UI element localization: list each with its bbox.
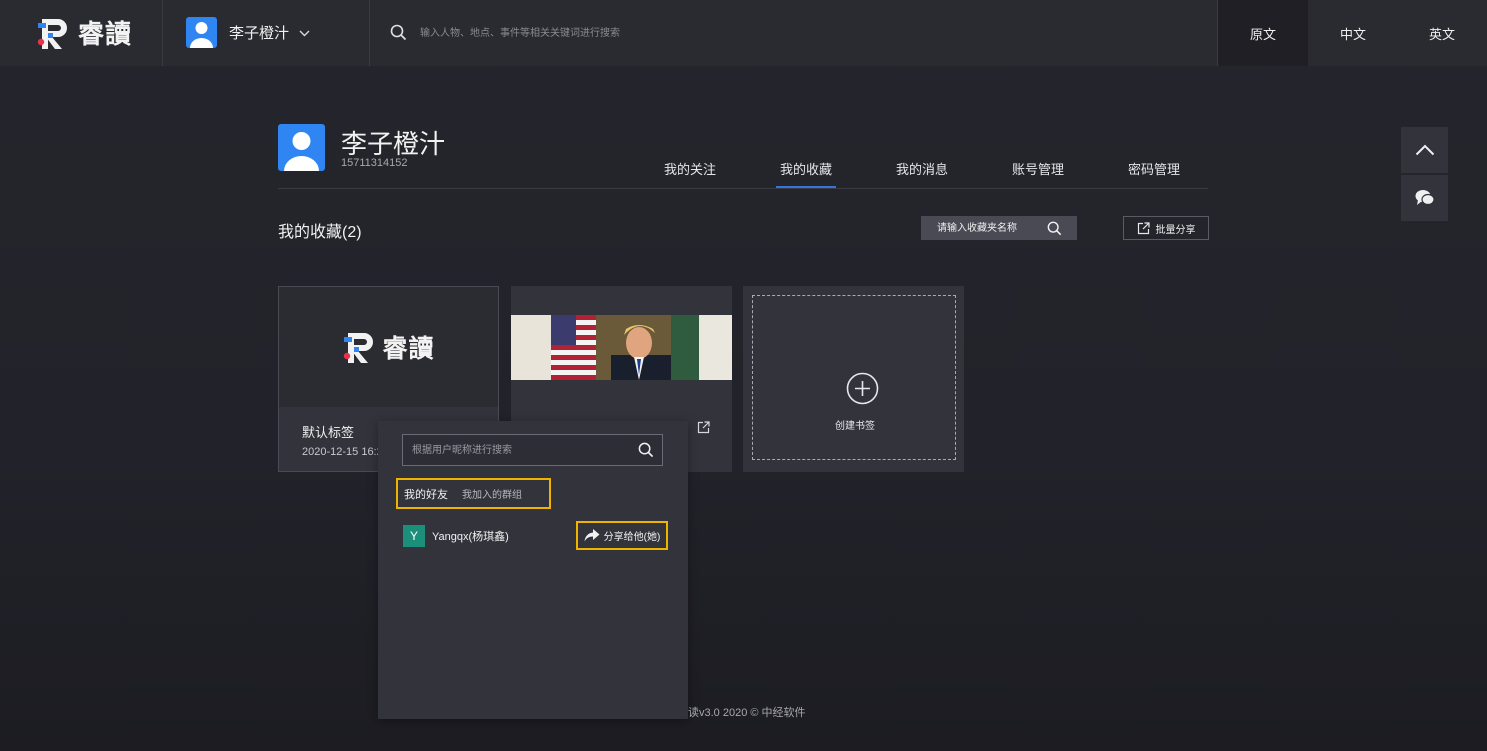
lang-english[interactable]: 英文 xyxy=(1397,0,1487,66)
tab-my-groups[interactable]: 我加入的群组 xyxy=(462,486,522,501)
card-photo xyxy=(511,315,732,380)
batch-share-button[interactable]: 批量分享 xyxy=(1123,216,1209,240)
profile-name: 李子橙汁 xyxy=(341,129,446,159)
share-to-friend-button[interactable]: 分享给他(她) xyxy=(576,521,668,550)
search-icon[interactable] xyxy=(1047,221,1062,236)
chat-bubble-icon xyxy=(1415,189,1435,207)
divider xyxy=(162,0,163,66)
divider xyxy=(369,0,370,66)
lang-original[interactable]: 原文 xyxy=(1218,0,1308,66)
share-tabs: 我的好友 我加入的群组 xyxy=(396,478,551,509)
user-search xyxy=(402,434,663,466)
user-menu[interactable]: 李子橙汁 xyxy=(186,17,310,48)
logo-mark-icon xyxy=(36,15,70,51)
tab-my-follows[interactable]: 我的关注 xyxy=(664,159,716,178)
friend-name: Yangqx(杨琪鑫) xyxy=(432,531,509,543)
global-search-input[interactable] xyxy=(420,20,1060,46)
avatar: Y xyxy=(403,525,425,547)
logo[interactable]: 睿讀 xyxy=(36,14,132,51)
divider xyxy=(278,188,1208,189)
footer-copyright: 读v3.0 2020 © 中经软件 xyxy=(688,707,806,719)
back-to-top-button[interactable] xyxy=(1401,127,1448,173)
search-icon[interactable] xyxy=(390,24,407,46)
create-bookmark-button[interactable]: 创建书签 xyxy=(752,295,956,460)
section-title: 我的收藏(2) xyxy=(278,224,362,241)
avatar xyxy=(186,17,217,48)
top-bar: 睿讀 李子橙汁 原文 中文 英文 xyxy=(0,0,1487,66)
chevron-up-icon xyxy=(1415,144,1435,156)
favorites-search xyxy=(921,216,1077,240)
external-link-icon[interactable] xyxy=(697,421,710,439)
batch-share-label: 批量分享 xyxy=(1155,224,1196,236)
card-date: 2020-12-15 16:2 xyxy=(302,446,383,458)
create-bookmark-label: 创建书签 xyxy=(835,421,875,432)
plus-circle-icon xyxy=(846,372,879,410)
share-popup: 我的好友 我加入的群组 Y Yangqx(杨琪鑫) 分享给他(她) xyxy=(378,421,688,719)
share-button-label: 分享给他(她) xyxy=(603,532,661,543)
card-thumbnail: 睿讀 xyxy=(279,287,498,407)
create-bookmark-card: 创建书签 xyxy=(743,286,964,472)
tab-my-messages[interactable]: 我的消息 xyxy=(896,159,948,178)
chat-button[interactable] xyxy=(1401,175,1448,221)
list-item: Y Yangqx(杨琪鑫) xyxy=(403,525,509,547)
card-title: 默认标签 xyxy=(302,425,355,440)
tab-my-friends[interactable]: 我的好友 xyxy=(404,486,448,502)
search-icon[interactable] xyxy=(638,442,654,463)
tab-account-management[interactable]: 账号管理 xyxy=(1012,159,1064,178)
share-arrow-icon xyxy=(584,529,600,542)
favorites-search-input[interactable] xyxy=(921,216,1045,240)
external-link-icon xyxy=(1137,221,1150,235)
tab-my-favorites[interactable]: 我的收藏 xyxy=(775,159,837,188)
chevron-down-icon xyxy=(299,26,310,40)
user-name: 李子橙汁 xyxy=(229,25,290,42)
logo-text: 睿讀 xyxy=(382,334,435,363)
user-search-input[interactable] xyxy=(403,435,628,465)
logo-mark-icon xyxy=(342,329,376,365)
logo-text: 睿讀 xyxy=(78,20,133,50)
lang-chinese[interactable]: 中文 xyxy=(1308,0,1398,66)
profile-phone: 15711314152 xyxy=(341,157,408,169)
tab-password-management[interactable]: 密码管理 xyxy=(1128,159,1180,178)
profile-avatar xyxy=(278,124,325,171)
